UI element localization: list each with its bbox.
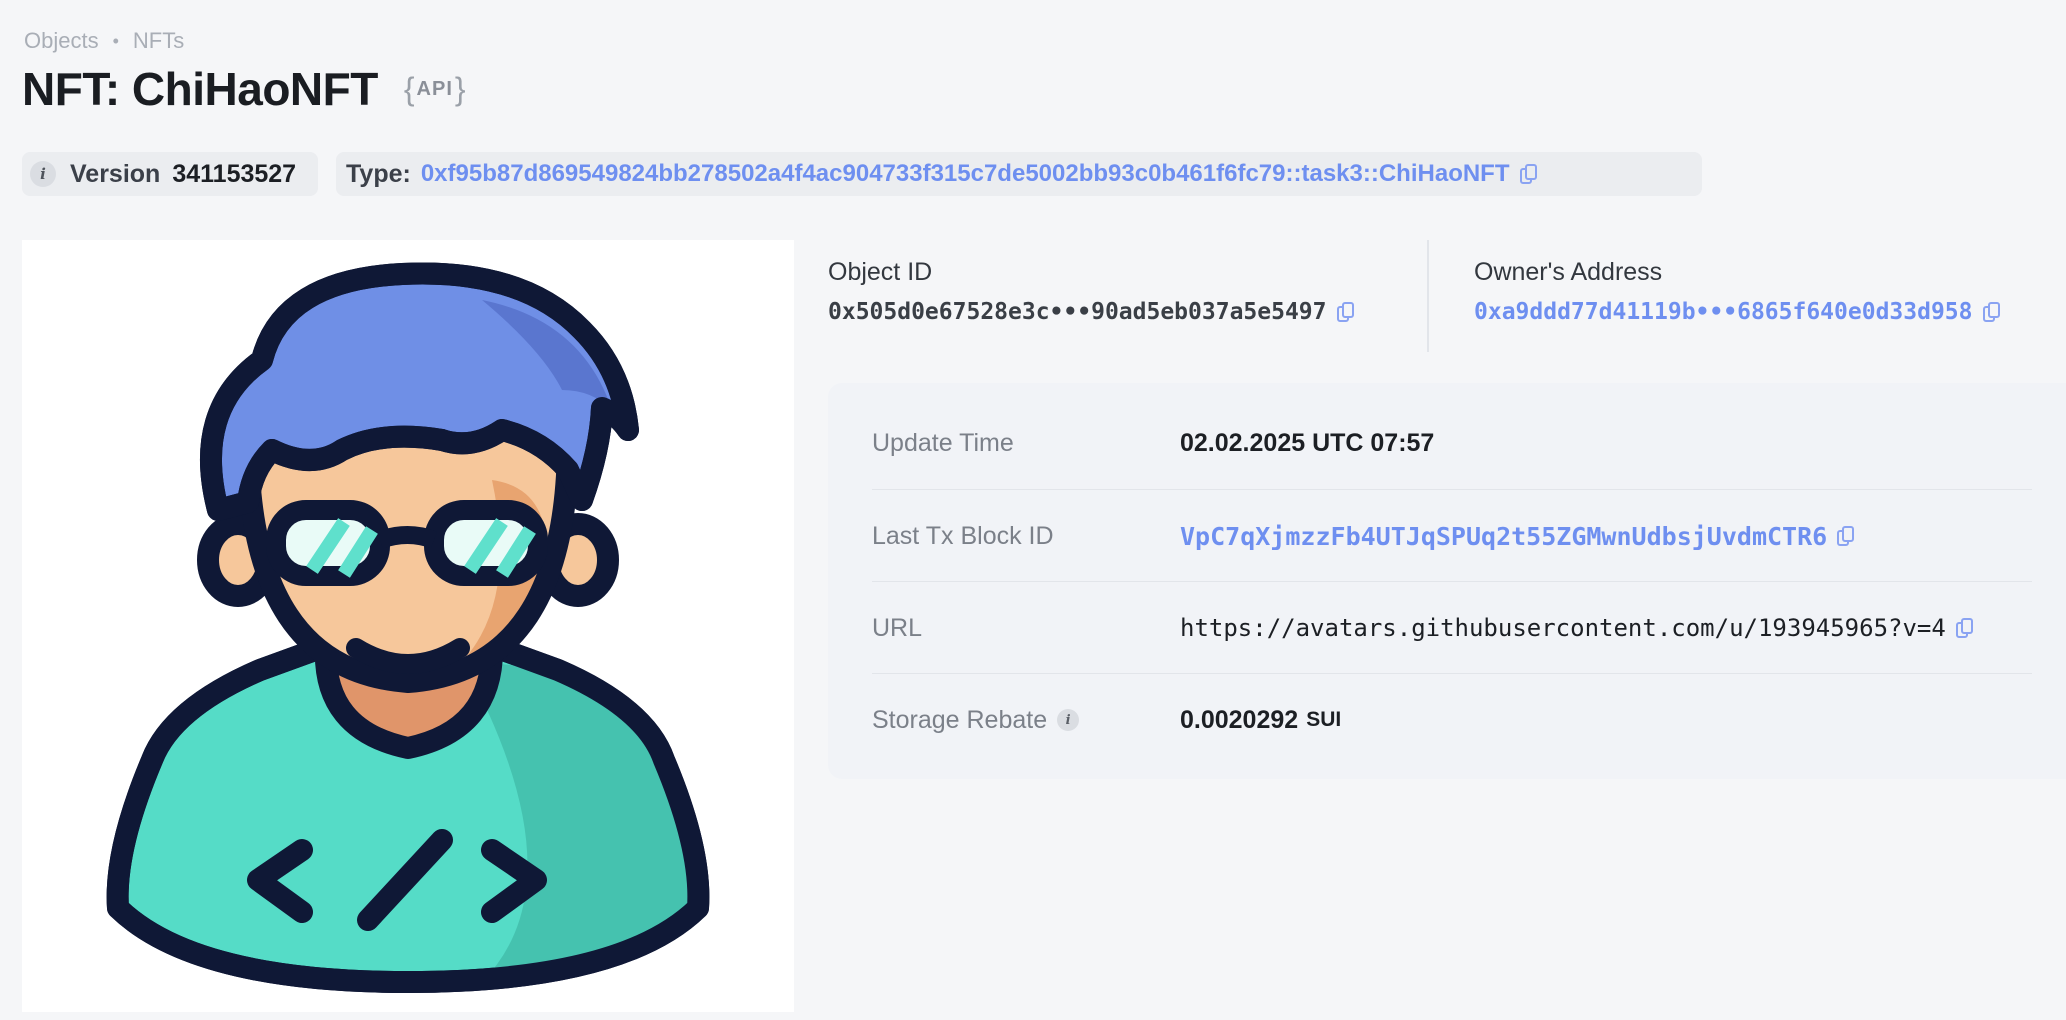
owner-address-value: 0xa9ddd77d41119b•••6865f640e0d33d958 [1474, 299, 2000, 325]
owner-address-label: Owner's Address [1474, 258, 1663, 286]
details-panel: Update Time 02.02.2025 UTC 07:57 Last Tx… [828, 383, 2066, 779]
copy-icon[interactable] [1519, 164, 1537, 184]
breadcrumb-nfts[interactable]: NFTs [133, 28, 184, 54]
nft-image [22, 240, 794, 1012]
last-tx-label: Last Tx Block ID [872, 521, 1054, 550]
version-value: 341153527 [172, 159, 297, 188]
storage-rebate-unit: SUI [1306, 708, 1342, 731]
storage-rebate-value: 0.0020292 SUI [1180, 706, 1341, 735]
storage-rebate-amount: 0.0020292 [1180, 705, 1299, 734]
owner-address-block: Owner's Address 0xa9ddd77d41119b•••6865f… [1474, 258, 2000, 325]
type-label: Type: [346, 159, 411, 188]
last-tx-value: VpC7qXjmzzFb4UTJqSPUq2t55ZGMwnUdbsjUvdmC… [1180, 522, 1855, 551]
api-label: API [416, 77, 453, 100]
object-id-block: Object ID 0x505d0e67528e3c•••90ad5eb037a… [828, 258, 1354, 325]
info-icon[interactable]: i [30, 161, 56, 187]
version-label: Version [70, 159, 161, 188]
url-text: https://avatars.githubusercontent.com/u/… [1180, 614, 1946, 642]
title-row: NFT: ChiHaoNFT { API } [22, 62, 466, 116]
last-tx-link[interactable]: VpC7qXjmzzFb4UTJqSPUq2t55ZGMwnUdbsjUvdmC… [1180, 522, 1827, 551]
divider [1427, 240, 1429, 352]
breadcrumb-objects[interactable]: Objects [24, 28, 99, 54]
storage-rebate-label-wrap: Storage Rebate i [872, 706, 1180, 735]
update-time-row: Update Time 02.02.2025 UTC 07:57 [872, 397, 2032, 489]
breadcrumb-separator: • [112, 30, 119, 51]
copy-icon[interactable] [1955, 618, 1973, 638]
url-label: URL [872, 613, 923, 642]
page-title: NFT: ChiHaoNFT [22, 63, 378, 115]
update-time-label: Update Time [872, 428, 1014, 457]
storage-rebate-label: Storage Rebate [872, 705, 1048, 734]
type-chip: Type: 0xf95b87d869549824bb278502a4f4ac90… [336, 152, 1702, 196]
url-value: https://avatars.githubusercontent.com/u/… [1180, 614, 1973, 642]
object-id-text: 0x505d0e67528e3c•••90ad5eb037a5e5497 [828, 299, 1327, 325]
avatar-illustration [106, 262, 710, 993]
copy-icon[interactable] [1837, 526, 1855, 546]
api-link[interactable]: { API } [404, 71, 466, 108]
api-close-brace: } [454, 70, 466, 107]
api-open-brace: { [403, 70, 415, 107]
copy-icon[interactable] [1336, 302, 1354, 322]
object-id-label: Object ID [828, 258, 933, 286]
breadcrumb: Objects • NFTs [24, 28, 184, 54]
info-icon[interactable]: i [1057, 709, 1080, 731]
version-chip: i Version 341153527 [22, 152, 318, 196]
owner-address-link[interactable]: 0xa9ddd77d41119b•••6865f640e0d33d958 [1474, 299, 1973, 325]
storage-rebate-row: Storage Rebate i 0.0020292 SUI [872, 673, 2032, 766]
update-time-value: 02.02.2025 UTC 07:57 [1180, 428, 1435, 457]
object-id-value: 0x505d0e67528e3c•••90ad5eb037a5e5497 [828, 299, 1354, 325]
url-row: URL https://avatars.githubusercontent.co… [872, 581, 2032, 674]
copy-icon[interactable] [1982, 302, 2000, 322]
type-value-link[interactable]: 0xf95b87d869549824bb278502a4f4ac904733f3… [421, 160, 1510, 188]
last-tx-row: Last Tx Block ID VpC7qXjmzzFb4UTJqSPUq2t… [872, 489, 2032, 582]
